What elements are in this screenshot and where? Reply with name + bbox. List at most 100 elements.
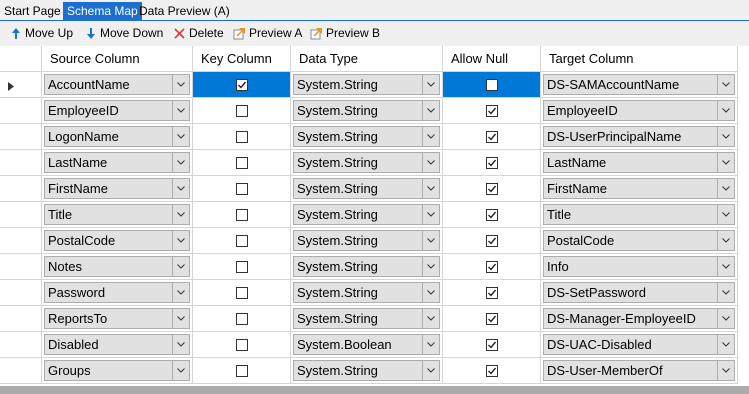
allow-null-checkbox[interactable] <box>485 234 498 247</box>
type-combo[interactable]: System.String <box>293 282 440 303</box>
chevron-down-icon[interactable] <box>172 75 189 94</box>
allow-null-checkbox[interactable] <box>485 182 498 195</box>
chevron-down-icon[interactable] <box>717 153 734 172</box>
type-combo[interactable]: System.Boolean <box>293 334 440 355</box>
source-combo[interactable]: LastName <box>44 152 190 173</box>
source-combo[interactable]: PostalCode <box>44 230 190 251</box>
key-column-checkbox[interactable] <box>235 338 248 351</box>
column-header-type[interactable]: Data Type <box>291 46 443 72</box>
chevron-down-icon[interactable] <box>422 361 439 380</box>
allow-null-checkbox[interactable] <box>485 130 498 143</box>
source-combo[interactable]: LogonName <box>44 126 190 147</box>
target-combo[interactable]: DS-UAC-Disabled <box>543 334 735 355</box>
chevron-down-icon[interactable] <box>422 335 439 354</box>
key-column-checkbox[interactable] <box>235 104 248 117</box>
chevron-down-icon[interactable] <box>422 205 439 224</box>
chevron-down-icon[interactable] <box>422 101 439 120</box>
row-header[interactable] <box>0 124 42 150</box>
source-combo[interactable]: Groups <box>44 360 190 381</box>
chevron-down-icon[interactable] <box>422 231 439 250</box>
chevron-down-icon[interactable] <box>422 309 439 328</box>
chevron-down-icon[interactable] <box>172 309 189 328</box>
target-combo[interactable]: LastName <box>543 152 735 173</box>
key-column-checkbox[interactable] <box>235 260 248 273</box>
source-combo[interactable]: Password <box>44 282 190 303</box>
target-combo[interactable]: DS-UserPrincipalName <box>543 126 735 147</box>
chevron-down-icon[interactable] <box>172 231 189 250</box>
row-header[interactable] <box>0 254 42 280</box>
chevron-down-icon[interactable] <box>717 179 734 198</box>
column-header-key[interactable]: Key Column <box>193 46 291 72</box>
row-header[interactable] <box>0 72 42 98</box>
preview-b-button[interactable]: Preview B <box>310 23 380 43</box>
tab-data-preview-a[interactable]: Data Preview (A) <box>135 2 234 20</box>
key-column-checkbox[interactable] <box>235 208 248 221</box>
allow-null-checkbox[interactable] <box>485 286 498 299</box>
allow-null-checkbox[interactable] <box>485 312 498 325</box>
column-header-null[interactable]: Allow Null <box>443 46 541 72</box>
allow-null-checkbox[interactable] <box>485 364 498 377</box>
chevron-down-icon[interactable] <box>172 101 189 120</box>
allow-null-checkbox[interactable] <box>485 104 498 117</box>
chevron-down-icon[interactable] <box>172 283 189 302</box>
source-combo[interactable]: EmployeeID <box>44 100 190 121</box>
chevron-down-icon[interactable] <box>172 335 189 354</box>
chevron-down-icon[interactable] <box>717 75 734 94</box>
type-combo[interactable]: System.String <box>293 100 440 121</box>
row-header[interactable] <box>0 280 42 306</box>
row-header[interactable] <box>0 358 42 384</box>
key-column-checkbox[interactable] <box>235 286 248 299</box>
allow-null-checkbox[interactable] <box>485 78 498 91</box>
target-combo[interactable]: DS-SAMAccountName <box>543 74 735 95</box>
chevron-down-icon[interactable] <box>422 257 439 276</box>
chevron-down-icon[interactable] <box>172 205 189 224</box>
row-header[interactable] <box>0 306 42 332</box>
row-header[interactable] <box>0 202 42 228</box>
chevron-down-icon[interactable] <box>717 309 734 328</box>
chevron-down-icon[interactable] <box>717 361 734 380</box>
chevron-down-icon[interactable] <box>172 153 189 172</box>
source-combo[interactable]: Title <box>44 204 190 225</box>
type-combo[interactable]: System.String <box>293 308 440 329</box>
key-column-checkbox[interactable] <box>235 312 248 325</box>
type-combo[interactable]: System.String <box>293 178 440 199</box>
key-column-checkbox[interactable] <box>235 182 248 195</box>
row-header[interactable] <box>0 150 42 176</box>
chevron-down-icon[interactable] <box>717 127 734 146</box>
row-header[interactable] <box>0 332 42 358</box>
chevron-down-icon[interactable] <box>717 335 734 354</box>
source-combo[interactable]: AccountName <box>44 74 190 95</box>
move-up-button[interactable]: Move Up <box>9 23 73 43</box>
target-combo[interactable]: PostalCode <box>543 230 735 251</box>
target-combo[interactable]: FirstName <box>543 178 735 199</box>
target-combo[interactable]: DS-User-MemberOf <box>543 360 735 381</box>
type-combo[interactable]: System.String <box>293 74 440 95</box>
key-column-checkbox[interactable] <box>235 234 248 247</box>
target-combo[interactable]: DS-Manager-EmployeeID <box>543 308 735 329</box>
source-combo[interactable]: Notes <box>44 256 190 277</box>
chevron-down-icon[interactable] <box>717 257 734 276</box>
column-header-source[interactable]: Source Column <box>42 46 193 72</box>
target-combo[interactable]: Info <box>543 256 735 277</box>
move-down-button[interactable]: Move Down <box>84 23 163 43</box>
column-header-target[interactable]: Target Column <box>541 46 738 72</box>
key-column-checkbox[interactable] <box>235 364 248 377</box>
chevron-down-icon[interactable] <box>422 283 439 302</box>
target-combo[interactable]: DS-SetPassword <box>543 282 735 303</box>
allow-null-checkbox[interactable] <box>485 338 498 351</box>
key-column-checkbox[interactable] <box>235 78 248 91</box>
row-header[interactable] <box>0 176 42 202</box>
key-column-checkbox[interactable] <box>235 156 248 169</box>
chevron-down-icon[interactable] <box>717 101 734 120</box>
chevron-down-icon[interactable] <box>717 231 734 250</box>
target-combo[interactable]: Title <box>543 204 735 225</box>
key-column-checkbox[interactable] <box>235 130 248 143</box>
delete-button[interactable]: Delete <box>173 23 224 43</box>
chevron-down-icon[interactable] <box>172 361 189 380</box>
allow-null-checkbox[interactable] <box>485 208 498 221</box>
chevron-down-icon[interactable] <box>422 179 439 198</box>
type-combo[interactable]: System.String <box>293 152 440 173</box>
row-header[interactable] <box>0 98 42 124</box>
tab-schema-map[interactable]: Schema Map <box>63 2 142 20</box>
target-combo[interactable]: EmployeeID <box>543 100 735 121</box>
